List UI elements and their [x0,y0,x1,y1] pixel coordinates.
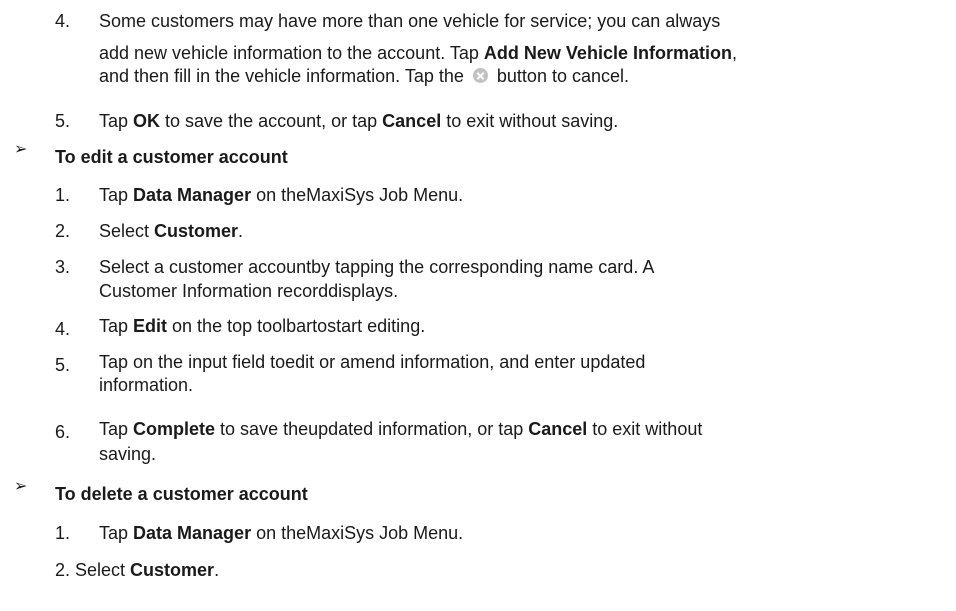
edit-step-2: Select Customer. [99,221,244,241]
step-number: 6. [55,422,71,442]
edit-step-1: Tap Data Manager on theMaxiSys Job Menu. [99,185,464,205]
step-number: 5. [55,355,71,375]
edit-step-4: Tap Edit on the top toolbartostart editi… [99,316,426,336]
step-5-text: Tap OK to save the account, or tap Cance… [99,111,619,131]
step-number: 2. [55,221,71,241]
edit-step-3-line-2: Customer Information recorddisplays. [99,281,399,301]
step-number: 1. [55,523,71,543]
step-4-line-3: and then fill in the vehicle information… [99,66,629,86]
section-heading-delete: To delete a customer account [55,484,308,504]
step-number: 4. [55,319,71,339]
step-number: 5. [55,111,71,131]
delete-step-2: 2. Select Customer. [55,560,220,580]
step-number: 1. [55,185,71,205]
step-4-line-1: Some customers may have more than one ve… [99,11,721,31]
delete-step-1: Tap Data Manager on theMaxiSys Job Menu. [99,523,464,543]
arrow-bullet-icon: ➢ [14,476,28,495]
cancel-circle-icon [472,68,488,83]
edit-step-3-line-1: Select a customer accountby tapping the … [99,257,655,277]
arrow-bullet-icon: ➢ [14,139,28,158]
edit-step-5-line-2: information. [99,375,194,395]
edit-step-5-line-1: Tap on the input field toedit or amend i… [99,352,646,372]
step-number: 4. [55,11,71,31]
step-4-line-2: add new vehicle information to the accou… [99,43,737,63]
section-heading-edit: To edit a customer account [55,147,288,167]
edit-step-6-line-1: Tap Complete to save theupdated informat… [99,419,703,439]
edit-step-6-line-2: saving. [99,444,157,464]
step-number: 3. [55,257,71,277]
